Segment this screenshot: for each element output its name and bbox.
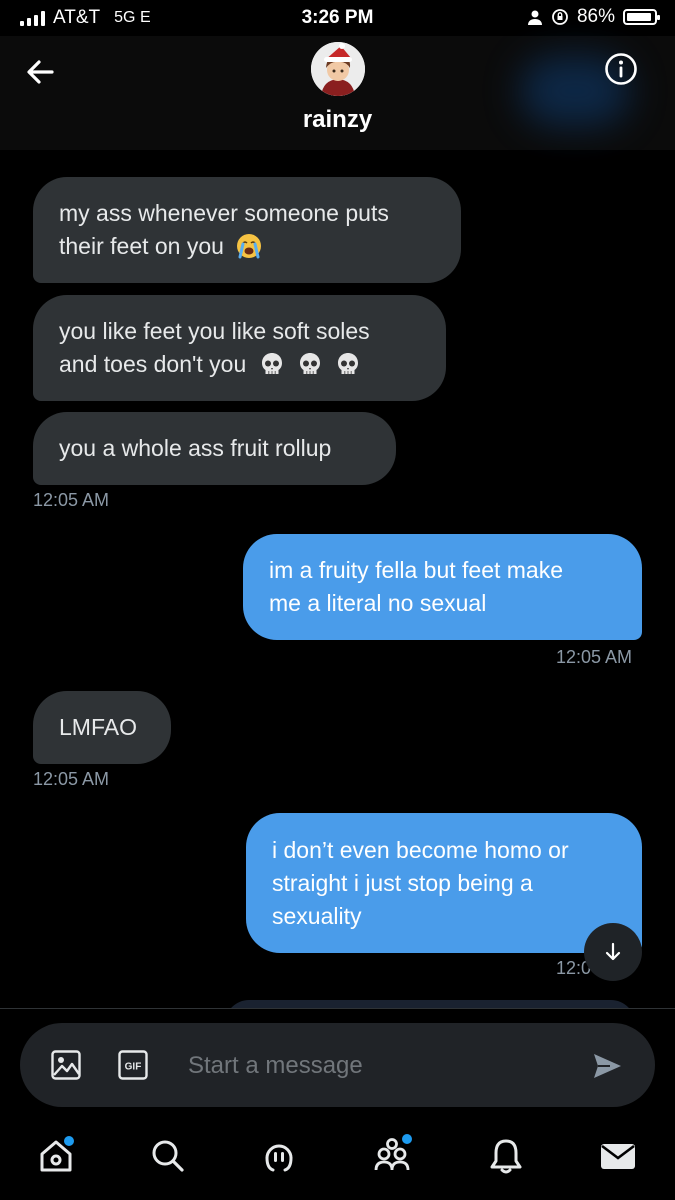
scroll-to-bottom-button[interactable] xyxy=(584,923,642,981)
arrow-down-icon xyxy=(605,942,621,961)
message-line: me a literal no sexual xyxy=(269,590,487,616)
gif-button[interactable]: GIF xyxy=(118,1050,148,1080)
message-bubble[interactable]: im a fruity fella but feet make me a lit… xyxy=(243,534,642,640)
message-input[interactable] xyxy=(186,1043,570,1089)
skull-emoji xyxy=(261,353,282,374)
message-bubble[interactable]: LMFAO xyxy=(33,691,171,764)
message-timestamp: 12:05 AM xyxy=(556,647,633,667)
person-icon xyxy=(527,10,542,25)
message-line: my ass whenever someone puts xyxy=(59,200,389,226)
home-notification-dot xyxy=(62,1134,76,1148)
info-icon[interactable] xyxy=(604,52,638,86)
message-text: you like feet you like soft soles and to… xyxy=(59,315,370,381)
message-bubble[interactable]: you like feet you like soft soles and to… xyxy=(33,295,446,401)
message-timestamp: 12:05 AM xyxy=(33,490,110,510)
message-bubble[interactable]: you a whole ass fruit rollup xyxy=(33,412,396,485)
message-list[interactable]: my ass whenever someone puts their feet … xyxy=(0,150,675,1010)
battery-icon xyxy=(623,9,660,25)
message-line: straight i just stop being a xyxy=(272,869,533,896)
bottom-tab-bar xyxy=(0,1120,675,1200)
message-text: i don’t even become homo or straight i j… xyxy=(272,834,569,933)
battery-percent: 86% xyxy=(576,6,615,27)
gif-label: GIF xyxy=(125,1062,142,1073)
image-icon[interactable] xyxy=(50,1049,82,1081)
message-bubble[interactable]: i don’t even become homo or straight i j… xyxy=(246,813,642,953)
conversation-header: rainzy xyxy=(0,36,675,150)
communities-notification-dot xyxy=(400,1132,414,1146)
message-bubble[interactable]: my ass whenever someone puts their feet … xyxy=(33,177,461,283)
message-text: you a whole ass fruit rollup xyxy=(59,435,332,461)
back-arrow-icon[interactable] xyxy=(20,50,64,94)
notifications-icon[interactable] xyxy=(486,1136,526,1176)
message-line: and toes don't you xyxy=(59,351,247,377)
message-timestamp: 12:05 AM xyxy=(33,769,110,789)
message-line: i don’t even become homo or xyxy=(272,836,569,863)
status-bar: AT&T 5G E 3:26 PM 86% xyxy=(0,0,675,36)
spaces-icon[interactable] xyxy=(259,1136,299,1176)
message-line: you like feet you like soft soles xyxy=(59,318,370,344)
avatar[interactable] xyxy=(311,42,365,96)
message-line: im a fruity fella but feet make xyxy=(269,557,564,583)
message-line: their feet on you xyxy=(59,233,224,259)
loudly-crying-face-emoji xyxy=(237,234,262,259)
message-text: LMFAO xyxy=(59,714,137,740)
skull-emoji xyxy=(300,353,321,374)
message-text: im a fruity fella but feet make me a lit… xyxy=(269,554,563,620)
messages-icon[interactable] xyxy=(598,1136,638,1176)
composer-area: GIF xyxy=(0,1008,675,1121)
message-text: my ass whenever someone puts their feet … xyxy=(59,197,389,263)
skull-emoji xyxy=(338,353,359,374)
status-right: 86% xyxy=(527,6,660,28)
avatar-icon xyxy=(311,42,365,96)
search-icon[interactable] xyxy=(148,1136,188,1176)
orientation-lock-icon xyxy=(552,9,568,25)
gif-icon: GIF xyxy=(118,1050,148,1080)
message-line: sexuality xyxy=(272,902,362,929)
message-composer: GIF xyxy=(20,1023,655,1107)
contact-name[interactable]: rainzy xyxy=(0,106,675,134)
send-icon[interactable] xyxy=(590,1049,624,1083)
